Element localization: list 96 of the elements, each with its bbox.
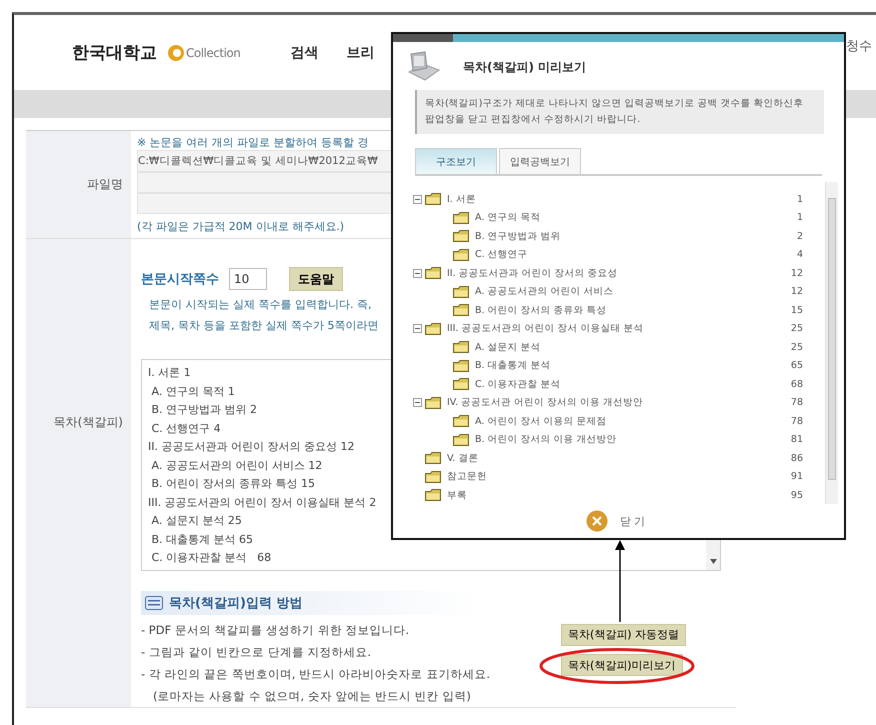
folder-icon	[453, 360, 469, 372]
collapse-icon[interactable]	[413, 398, 422, 408]
nav-link[interactable]: 검색	[290, 44, 318, 62]
start-page-label: 본문시작쪽수	[141, 271, 219, 288]
help-text: 본문이 시작되는 실제 쪽수를 입력합니다. 즉,	[149, 297, 372, 312]
page-number: 78	[790, 397, 803, 408]
page-number: 25	[790, 323, 803, 334]
tree-item[interactable]: C. 이용자관찰 분석	[475, 378, 770, 391]
scrollbar[interactable]	[825, 182, 838, 504]
toc-button[interactable]: 목차(책갈피) 자동정렬	[561, 624, 686, 646]
page-number: 1	[796, 212, 803, 224]
tree-item[interactable]: V. 결론	[447, 452, 770, 465]
folder-icon	[425, 193, 441, 206]
tree-item[interactable]: II. 공공도서관과 어린이 장서의 중요성	[447, 266, 770, 280]
folder-icon	[453, 230, 469, 242]
instruction-text: (로마자는 사용할 수 없으며, 숫자 앞에는 반드시 빈칸 입력)	[152, 688, 472, 705]
close-button[interactable]: 닫 기	[614, 512, 652, 530]
outline-line: III. 공공도서관의 어린이 장서 이용실태 분석 2	[148, 494, 376, 510]
tree-item[interactable]: A. 설문지 분석	[475, 340, 770, 354]
tree-item[interactable]: A. 공공도서관의 어린이 서비스	[475, 285, 770, 298]
outline-line: B. 연구방법과 범위 2	[150, 402, 258, 418]
nav-link[interactable]: 브리	[346, 44, 374, 62]
folder-icon	[453, 212, 469, 224]
tab[interactable]: 구조보기	[415, 148, 497, 174]
section-title: 목차(책갈피)입력 방법	[169, 595, 302, 612]
page-number: 81	[790, 434, 803, 446]
popup-title: 목차(책갈피) 미리보기	[463, 58, 586, 76]
outline-line: C. 선행연구 4	[150, 420, 221, 436]
outline-line: I. 서론 1	[148, 365, 191, 381]
page-number: 78	[790, 416, 803, 427]
tree-item[interactable]: 참고문헌	[447, 470, 770, 484]
folder-icon	[425, 470, 441, 483]
tree-item[interactable]: IV. 공공도서관 어린이 장서의 이용 개선방안	[447, 396, 770, 410]
collapse-icon[interactable]	[413, 268, 422, 278]
folder-icon	[453, 415, 469, 428]
tree-item[interactable]: 부록	[447, 488, 770, 502]
page-number: 68	[790, 378, 803, 390]
folder-icon	[453, 248, 469, 261]
note-text: (각 파일은 가급적 20M 이내로 해주세요.)	[137, 219, 344, 235]
instruction-text: - 그림과 같이 빈칸으로 단계를 지정하세요.	[141, 644, 372, 661]
notice-text: 목차(책갈피)구조가 제대로 나타나지 않으면 입력공백보기로 공백 갯수를 확인하신후 팝업창을 닫고 편집창에서 수정하시기 바랍니다.	[415, 90, 824, 134]
folder-icon	[425, 322, 441, 335]
collapse-icon[interactable]	[413, 194, 422, 204]
tree-item[interactable]: B. 연구방법과 범위	[475, 230, 770, 243]
tree-item[interactable]: A. 어린이 장서 이용의 문제점	[475, 414, 770, 428]
university-name: 한국대학교	[72, 42, 157, 64]
outline-line: A. 설문지 분석 25	[150, 513, 242, 529]
tree-item[interactable]: C. 선행연구	[475, 248, 770, 262]
scroll-down-icon[interactable]	[710, 559, 716, 564]
folder-icon	[453, 434, 469, 446]
outline-line: A. 연구의 목적 1	[150, 384, 235, 400]
page-number: 1	[796, 194, 803, 205]
header-text: 청수	[846, 38, 872, 55]
outline-line: A. 공공도서관의 어린이 서비스 12	[150, 458, 322, 474]
outline-line: B. 대출통계 분석 65	[150, 532, 254, 548]
toc-button[interactable]: 목차(책갈피)미리보기	[561, 654, 683, 676]
outline-line: B. 어린이 장서의 종류와 특성 15	[150, 476, 316, 492]
notice-text: ※ 논문을 여러 개의 파일로 분할하여 등록할 경	[137, 135, 369, 150]
tree-item[interactable]: B. 어린이 장서의 이용 개선방안	[475, 433, 770, 446]
start-page-field[interactable]: 10	[229, 268, 267, 290]
folder-icon	[425, 267, 441, 280]
instruction-text: - PDF 문서의 책갈피를 생성하기 위한 정보입니다.	[141, 622, 410, 639]
logo-text: Collection	[186, 46, 240, 60]
folder-icon	[453, 286, 469, 298]
tree-item[interactable]: A. 연구의 목적	[475, 211, 770, 224]
tab[interactable]: 입력공백보기	[499, 148, 581, 174]
tree-item[interactable]: B. 대출통계 분석	[475, 359, 770, 372]
page-number: 25	[790, 342, 803, 353]
folder-icon	[425, 489, 441, 502]
page-number: 86	[790, 452, 803, 464]
page-number: 95	[790, 490, 803, 501]
help-button[interactable]: 도움말	[289, 267, 343, 291]
folder-icon	[425, 452, 441, 464]
outline-line: II. 공공도서관과 어린이 장서의 중요성 12	[148, 439, 354, 455]
folder-icon	[453, 304, 469, 316]
page-number: 15	[790, 304, 803, 316]
page-number: 12	[790, 286, 803, 298]
tree-item[interactable]: B. 어린이 장서의 종류와 특성	[475, 304, 770, 317]
page-number: 4	[796, 249, 803, 260]
list-icon	[145, 596, 163, 610]
folder-icon	[453, 378, 469, 390]
tree-item[interactable]: I. 서론	[447, 192, 770, 206]
collapse-icon[interactable]	[413, 324, 422, 334]
page-number: 2	[796, 230, 803, 242]
field-label: 파일명	[26, 131, 131, 239]
field-label: 목차(책갈피)	[26, 239, 131, 708]
logo-icon	[167, 44, 185, 62]
folder-icon	[425, 396, 441, 409]
folder-icon	[453, 341, 469, 354]
help-text: 제목, 목차 등을 포함한 실제 쪽수가 5쪽이라면	[149, 318, 378, 333]
outline-line: C. 이용자관찰 분석 68	[150, 550, 272, 566]
instruction-text: - 각 라인의 끝은 쪽번호이며, 반드시 아라비아숫자로 표기하세요.	[141, 666, 492, 683]
tree-item[interactable]: III. 공공도서관의 어린이 장서 이용실태 분석	[447, 322, 770, 336]
page-number: 12	[790, 268, 803, 279]
page-number: 65	[790, 360, 803, 372]
page-number: 91	[790, 471, 803, 482]
